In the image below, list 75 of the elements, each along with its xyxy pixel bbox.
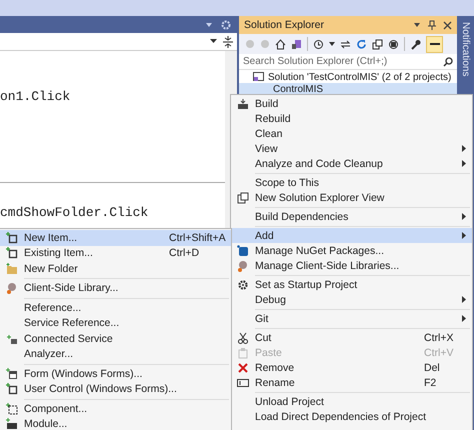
build-icon <box>237 98 249 110</box>
submenu-arrow-icon <box>462 145 466 152</box>
collapse-icon[interactable] <box>372 38 383 50</box>
menu-item[interactable]: Scope to This <box>231 175 472 190</box>
code-line: on1.Click <box>0 89 72 104</box>
search-field[interactable]: Search Solution Explorer (Ctrl+;) <box>239 54 457 70</box>
close-icon <box>237 362 249 374</box>
menu-item[interactable]: New Item... Ctrl+Shift+A <box>0 230 231 246</box>
menu-item[interactable]: Remove Del <box>231 360 472 375</box>
code-line: cmdShowFolder.Click <box>0 205 150 220</box>
scissors-icon <box>237 332 249 344</box>
menu-item[interactable]: Module... <box>0 416 231 430</box>
panel-title: Solution Explorer <box>244 19 325 31</box>
dropdown-icon[interactable] <box>205 22 213 28</box>
solution-icon[interactable] <box>291 38 302 50</box>
dropdown-icon[interactable] <box>413 22 421 28</box>
pin-icon[interactable] <box>428 20 436 30</box>
menu-item[interactable]: View <box>231 141 472 156</box>
close-icon[interactable] <box>443 20 452 30</box>
menu-item[interactable]: New Solution Explorer View <box>231 190 472 205</box>
home-icon[interactable] <box>275 38 286 50</box>
search-icon <box>443 56 453 66</box>
menu-item[interactable]: Form (Windows Forms)... <box>0 366 231 382</box>
caret-icon[interactable] <box>329 42 335 46</box>
menu-item[interactable]: Set as Startup Project <box>231 277 472 292</box>
menu-item[interactable]: Clean <box>231 126 472 141</box>
menu-item[interactable]: New Folder <box>0 261 231 276</box>
tree-item[interactable]: Solution 'TestControlMIS' (2 of 2 projects) <box>239 71 457 83</box>
menu-item[interactable]: Service Reference... <box>0 316 231 331</box>
menu-item[interactable]: Debug <box>231 292 472 307</box>
menu-item[interactable]: Reference... <box>0 300 231 316</box>
preview-toggle-button[interactable] <box>426 36 443 52</box>
menu-item[interactable]: Build Dependencies <box>231 209 472 224</box>
gear-icon[interactable] <box>221 20 231 30</box>
menu-item[interactable]: Existing Item... Ctrl+D <box>0 246 231 261</box>
menu-item[interactable]: Connected Service <box>0 331 231 346</box>
sync-icon[interactable] <box>340 38 351 50</box>
menu-item[interactable]: Manage Client-Side Libraries... <box>231 258 472 273</box>
menu-item[interactable]: Analyze and Code Cleanup <box>231 156 472 171</box>
menu-item[interactable]: User Control (Windows Forms)... <box>0 382 231 397</box>
menu-item[interactable]: Unload Project <box>231 394 472 409</box>
menu-item[interactable]: Add <box>231 228 472 243</box>
gear-icon <box>237 278 249 290</box>
rename-icon <box>237 376 249 388</box>
form-icon <box>6 368 18 380</box>
add-item-icon <box>6 232 18 244</box>
menu-item[interactable]: Manage NuGet Packages... <box>231 243 472 258</box>
component-icon <box>6 402 18 415</box>
menu-item[interactable]: Analyzer... <box>0 346 231 362</box>
wrench-icon[interactable] <box>410 38 421 50</box>
menu-item[interactable]: Cut Ctrl+X <box>231 330 472 345</box>
clipboard-icon <box>237 346 249 358</box>
menu-item[interactable]: Load Direct Dependencies of Project <box>231 409 472 424</box>
menu-item[interactable]: Rebuild <box>231 111 472 126</box>
submenu-arrow-icon <box>462 315 466 322</box>
split-icon[interactable] <box>223 36 233 48</box>
menu-item[interactable]: Rename F2 <box>231 375 472 390</box>
notifications-tab[interactable]: Notifications <box>460 22 471 76</box>
submenu-arrow-icon <box>462 296 466 303</box>
submenu-arrow-icon <box>462 213 466 220</box>
windows-icon <box>237 192 249 204</box>
refresh-icon[interactable] <box>356 38 367 50</box>
menu-item[interactable]: Git <box>231 311 472 326</box>
history-icon[interactable] <box>313 38 324 50</box>
caret-icon <box>210 39 217 44</box>
folder-icon <box>6 262 18 275</box>
submenu-arrow-icon <box>462 232 466 239</box>
tree-item[interactable]: ControlMIS <box>239 83 457 95</box>
menu-item[interactable]: Build <box>231 96 472 111</box>
add-item-icon <box>6 383 18 396</box>
add-item-icon <box>6 247 18 260</box>
menu-item[interactable]: Component... <box>0 401 231 416</box>
submenu-arrow-icon <box>462 160 466 167</box>
menu-item[interactable]: Client-Side Library... <box>0 280 231 296</box>
minus-icon <box>430 42 440 46</box>
